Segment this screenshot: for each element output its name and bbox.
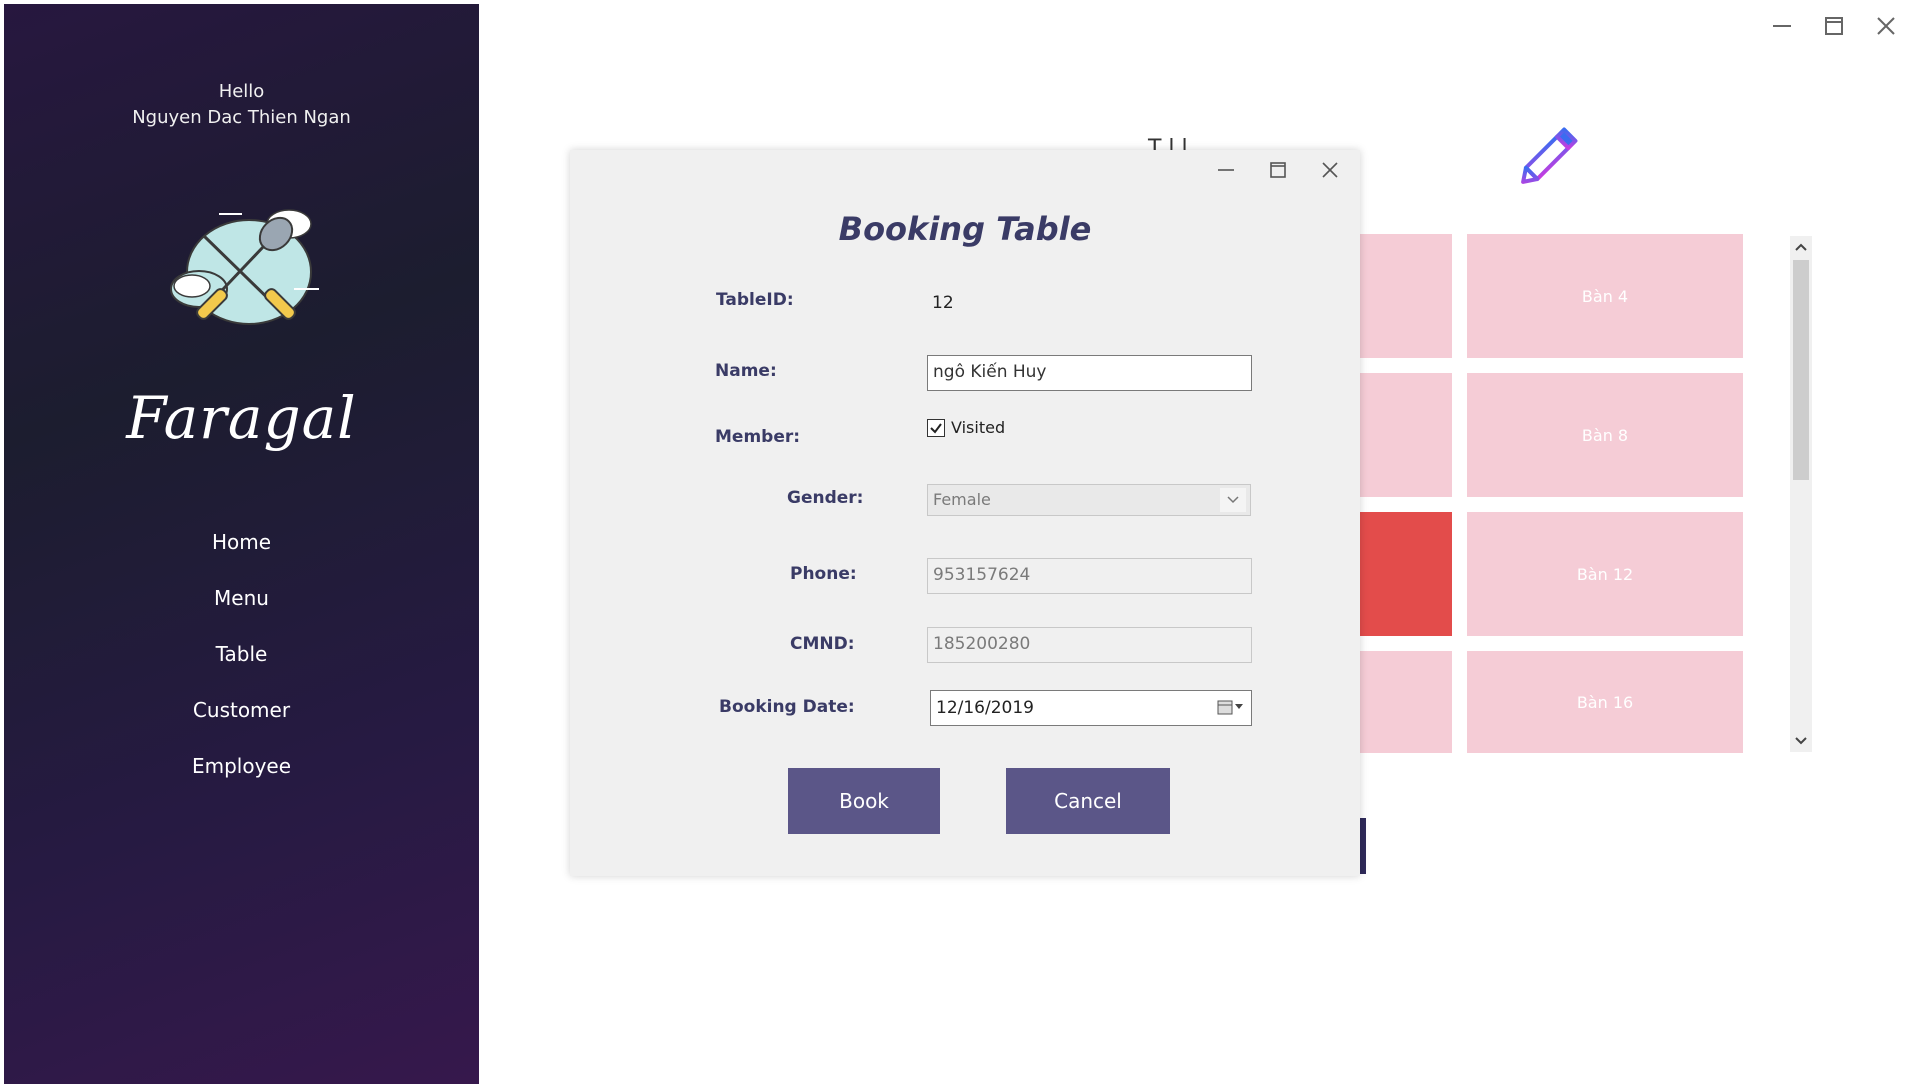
pencil-icon[interactable] — [1510, 115, 1590, 195]
table-tile-ban-16[interactable]: Bàn 16 — [1467, 651, 1743, 753]
scroll-down-icon[interactable] — [1790, 730, 1812, 752]
name-label: Name: — [715, 361, 777, 381]
table-tile-ban-8[interactable]: Bàn 8 — [1467, 373, 1743, 497]
dialog-title: Booking Table — [838, 210, 1092, 248]
cmnd-label: CMND: — [790, 634, 855, 654]
table-tile[interactable] — [1360, 651, 1452, 753]
minimize-icon[interactable] — [1756, 8, 1808, 44]
table-tile-occupied[interactable] — [1360, 512, 1452, 636]
sidebar-item-table[interactable]: Table — [4, 626, 479, 682]
table-grid: Bàn 4 Bàn 8 Bàn 12 Bàn 16 — [1360, 234, 1750, 754]
booking-date-label: Booking Date: — [719, 697, 855, 717]
chevron-down-icon[interactable] — [1220, 488, 1246, 512]
sidebar: Hello Nguyen Dac Thien Ngan Faragal Home… — [4, 4, 479, 1084]
checkbox-checked-icon[interactable] — [927, 418, 945, 437]
brand-name: Faragal — [126, 384, 357, 452]
user-name: Nguyen Dac Thien Ngan — [132, 107, 351, 128]
gender-label: Gender: — [787, 488, 864, 508]
phone-label: Phone: — [790, 564, 857, 584]
sidebar-item-customer[interactable]: Customer — [4, 682, 479, 738]
table-tile-ban-12[interactable]: Bàn 12 — [1467, 512, 1743, 636]
visited-checkbox[interactable]: Visited — [927, 418, 1005, 437]
table-tile-ban-4[interactable]: Bàn 4 — [1467, 234, 1743, 358]
sidebar-item-home[interactable]: Home — [4, 514, 479, 570]
book-button[interactable]: Book — [788, 768, 940, 834]
maximize-icon[interactable] — [1808, 8, 1860, 44]
calendar-icon[interactable] — [1217, 699, 1243, 715]
dialog-minimize-icon[interactable] — [1200, 154, 1252, 186]
table-tile[interactable] — [1360, 373, 1452, 497]
cancel-button[interactable]: Cancel — [1006, 768, 1170, 834]
sidebar-item-menu[interactable]: Menu — [4, 570, 479, 626]
name-input[interactable]: ngô Kiến Huy — [927, 355, 1252, 391]
greeting: Hello Nguyen Dac Thien Ngan — [4, 79, 479, 131]
booking-date-value: 12/16/2019 — [936, 698, 1034, 718]
greeting-hello: Hello — [218, 81, 265, 102]
sidebar-item-employee[interactable]: Employee — [4, 738, 479, 794]
close-icon[interactable] — [1860, 8, 1912, 44]
scroll-thumb[interactable] — [1793, 260, 1809, 480]
gender-select[interactable]: Female — [927, 484, 1251, 516]
grid-scrollbar[interactable] — [1790, 236, 1812, 752]
sidebar-nav: Home Menu Table Customer Employee — [4, 514, 479, 794]
table-id-label: TableID: — [716, 290, 794, 310]
gender-value: Female — [933, 490, 991, 509]
member-label: Member: — [715, 427, 801, 447]
dialog-close-icon[interactable] — [1304, 154, 1356, 186]
booking-date-picker[interactable]: 12/16/2019 — [930, 690, 1252, 726]
table-tile[interactable] — [1360, 234, 1452, 358]
visited-label: Visited — [951, 418, 1006, 437]
table-id-value: 12 — [932, 293, 954, 313]
window-controls — [1756, 8, 1912, 44]
hidden-button-edge — [1360, 818, 1366, 874]
scroll-up-icon[interactable] — [1790, 236, 1812, 258]
cmnd-input[interactable]: 185200280 — [927, 627, 1252, 663]
phone-input[interactable]: 953157624 — [927, 558, 1252, 594]
dialog-controls — [1200, 154, 1356, 186]
dialog-maximize-icon[interactable] — [1252, 154, 1304, 186]
booking-dialog: Booking Table TableID: 12 Name: ngô Kiến… — [570, 150, 1360, 876]
utensils-cloud-logo — [170, 209, 319, 325]
